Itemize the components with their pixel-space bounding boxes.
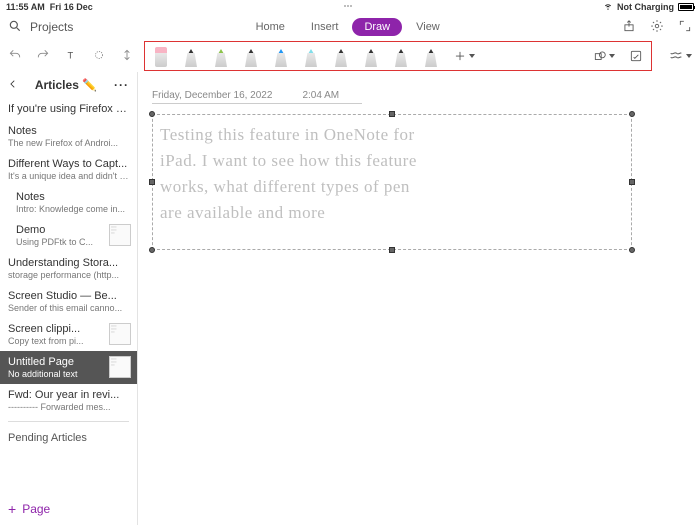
page-item[interactable]: NotesThe new Firefox of Androi...	[0, 120, 137, 153]
pending-section[interactable]: Pending Articles	[0, 426, 137, 450]
page-item[interactable]: Untitled PageNo additional text━━━━━━━━	[0, 351, 137, 384]
pen-tool-8[interactable]	[393, 45, 409, 67]
tab-home[interactable]: Home	[244, 18, 297, 36]
page-item[interactable]: Understanding Stora...storage performanc…	[0, 252, 137, 285]
draw-mode-button[interactable]	[668, 48, 692, 64]
pen-toolbar	[144, 41, 652, 71]
wifi-icon	[603, 1, 613, 13]
page-item[interactable]: If you're using Firefox for And...	[0, 98, 137, 120]
resize-handle[interactable]	[389, 247, 395, 253]
resize-handle[interactable]	[629, 247, 635, 253]
pen-tool-4[interactable]	[273, 45, 289, 67]
pen-tool-1[interactable]	[183, 45, 199, 67]
handwriting: Testing this feature in OneNote foriPad.…	[160, 122, 624, 242]
eraser-tool[interactable]	[153, 45, 169, 67]
note-date: Friday, December 16, 2022	[152, 90, 272, 101]
resize-handle[interactable]	[389, 111, 395, 117]
resize-handle[interactable]	[149, 179, 155, 185]
insert-space-icon[interactable]	[120, 48, 134, 65]
pen-tool-7[interactable]	[363, 45, 379, 67]
tab-view[interactable]: View	[404, 18, 452, 36]
page-thumbnail: ━━━━━━━━	[109, 323, 131, 345]
notebook-name[interactable]: Projects	[30, 20, 73, 34]
pen-tool-3[interactable]	[243, 45, 259, 67]
shapes-button[interactable]	[593, 49, 615, 63]
pen-tool-5[interactable]	[303, 45, 319, 67]
text-mode-icon[interactable]: T	[64, 48, 78, 65]
page-item[interactable]: Fwd: Our year in revi...---------- Forwa…	[0, 384, 137, 417]
resize-handle[interactable]	[629, 111, 635, 117]
multitask-dots[interactable]	[339, 5, 357, 9]
page-item[interactable]: NotesIntro: Knowledge come in...	[0, 186, 137, 219]
pen-tool-9[interactable]	[423, 45, 439, 67]
lasso-icon[interactable]	[92, 48, 106, 65]
tab-insert[interactable]: Insert	[299, 18, 351, 36]
pen-tool-6[interactable]	[333, 45, 349, 67]
page-thumbnail: ━━━━━━━━	[109, 224, 131, 246]
section-title[interactable]: Articles ✏️	[35, 78, 97, 92]
page-item[interactable]: Screen Studio — Be...Sender of this emai…	[0, 285, 137, 318]
page-item[interactable]: Screen clippi...Copy text from pi...━━━━…	[0, 318, 137, 351]
more-icon[interactable]: ···	[114, 78, 129, 92]
share-icon[interactable]	[622, 19, 636, 36]
settings-icon[interactable]	[650, 19, 664, 36]
undo-icon[interactable]	[8, 48, 22, 65]
svg-text:T: T	[68, 50, 74, 60]
resize-handle[interactable]	[629, 179, 635, 185]
page-item[interactable]: Different Ways to Capt...It's a unique i…	[0, 153, 137, 186]
redo-icon[interactable]	[36, 48, 50, 65]
ink-to-text-button[interactable]	[629, 49, 643, 63]
battery-icon	[678, 3, 694, 11]
add-pen-button[interactable]	[453, 49, 475, 63]
resize-handle[interactable]	[149, 111, 155, 117]
search-icon[interactable]	[8, 19, 22, 36]
back-icon[interactable]	[8, 79, 18, 92]
expand-icon[interactable]	[678, 19, 692, 36]
page-thumbnail: ━━━━━━━━	[109, 356, 131, 378]
ink-selection[interactable]: Testing this feature in OneNote foriPad.…	[152, 114, 632, 250]
note-canvas[interactable]: Friday, December 16, 2022 2:04 AM Testin…	[138, 72, 700, 525]
add-page-button[interactable]: +Page	[0, 493, 137, 525]
resize-handle[interactable]	[149, 247, 155, 253]
page-item[interactable]: DemoUsing PDFtk to C...━━━━━━━━	[0, 219, 137, 252]
note-time: 2:04 AM	[302, 90, 339, 101]
pen-tool-2[interactable]	[213, 45, 229, 67]
charging-label: Not Charging	[617, 2, 674, 12]
status-date: Fri 16 Dec	[50, 2, 93, 12]
status-time: 11:55 AM	[6, 2, 45, 12]
tab-draw[interactable]: Draw	[352, 18, 402, 36]
